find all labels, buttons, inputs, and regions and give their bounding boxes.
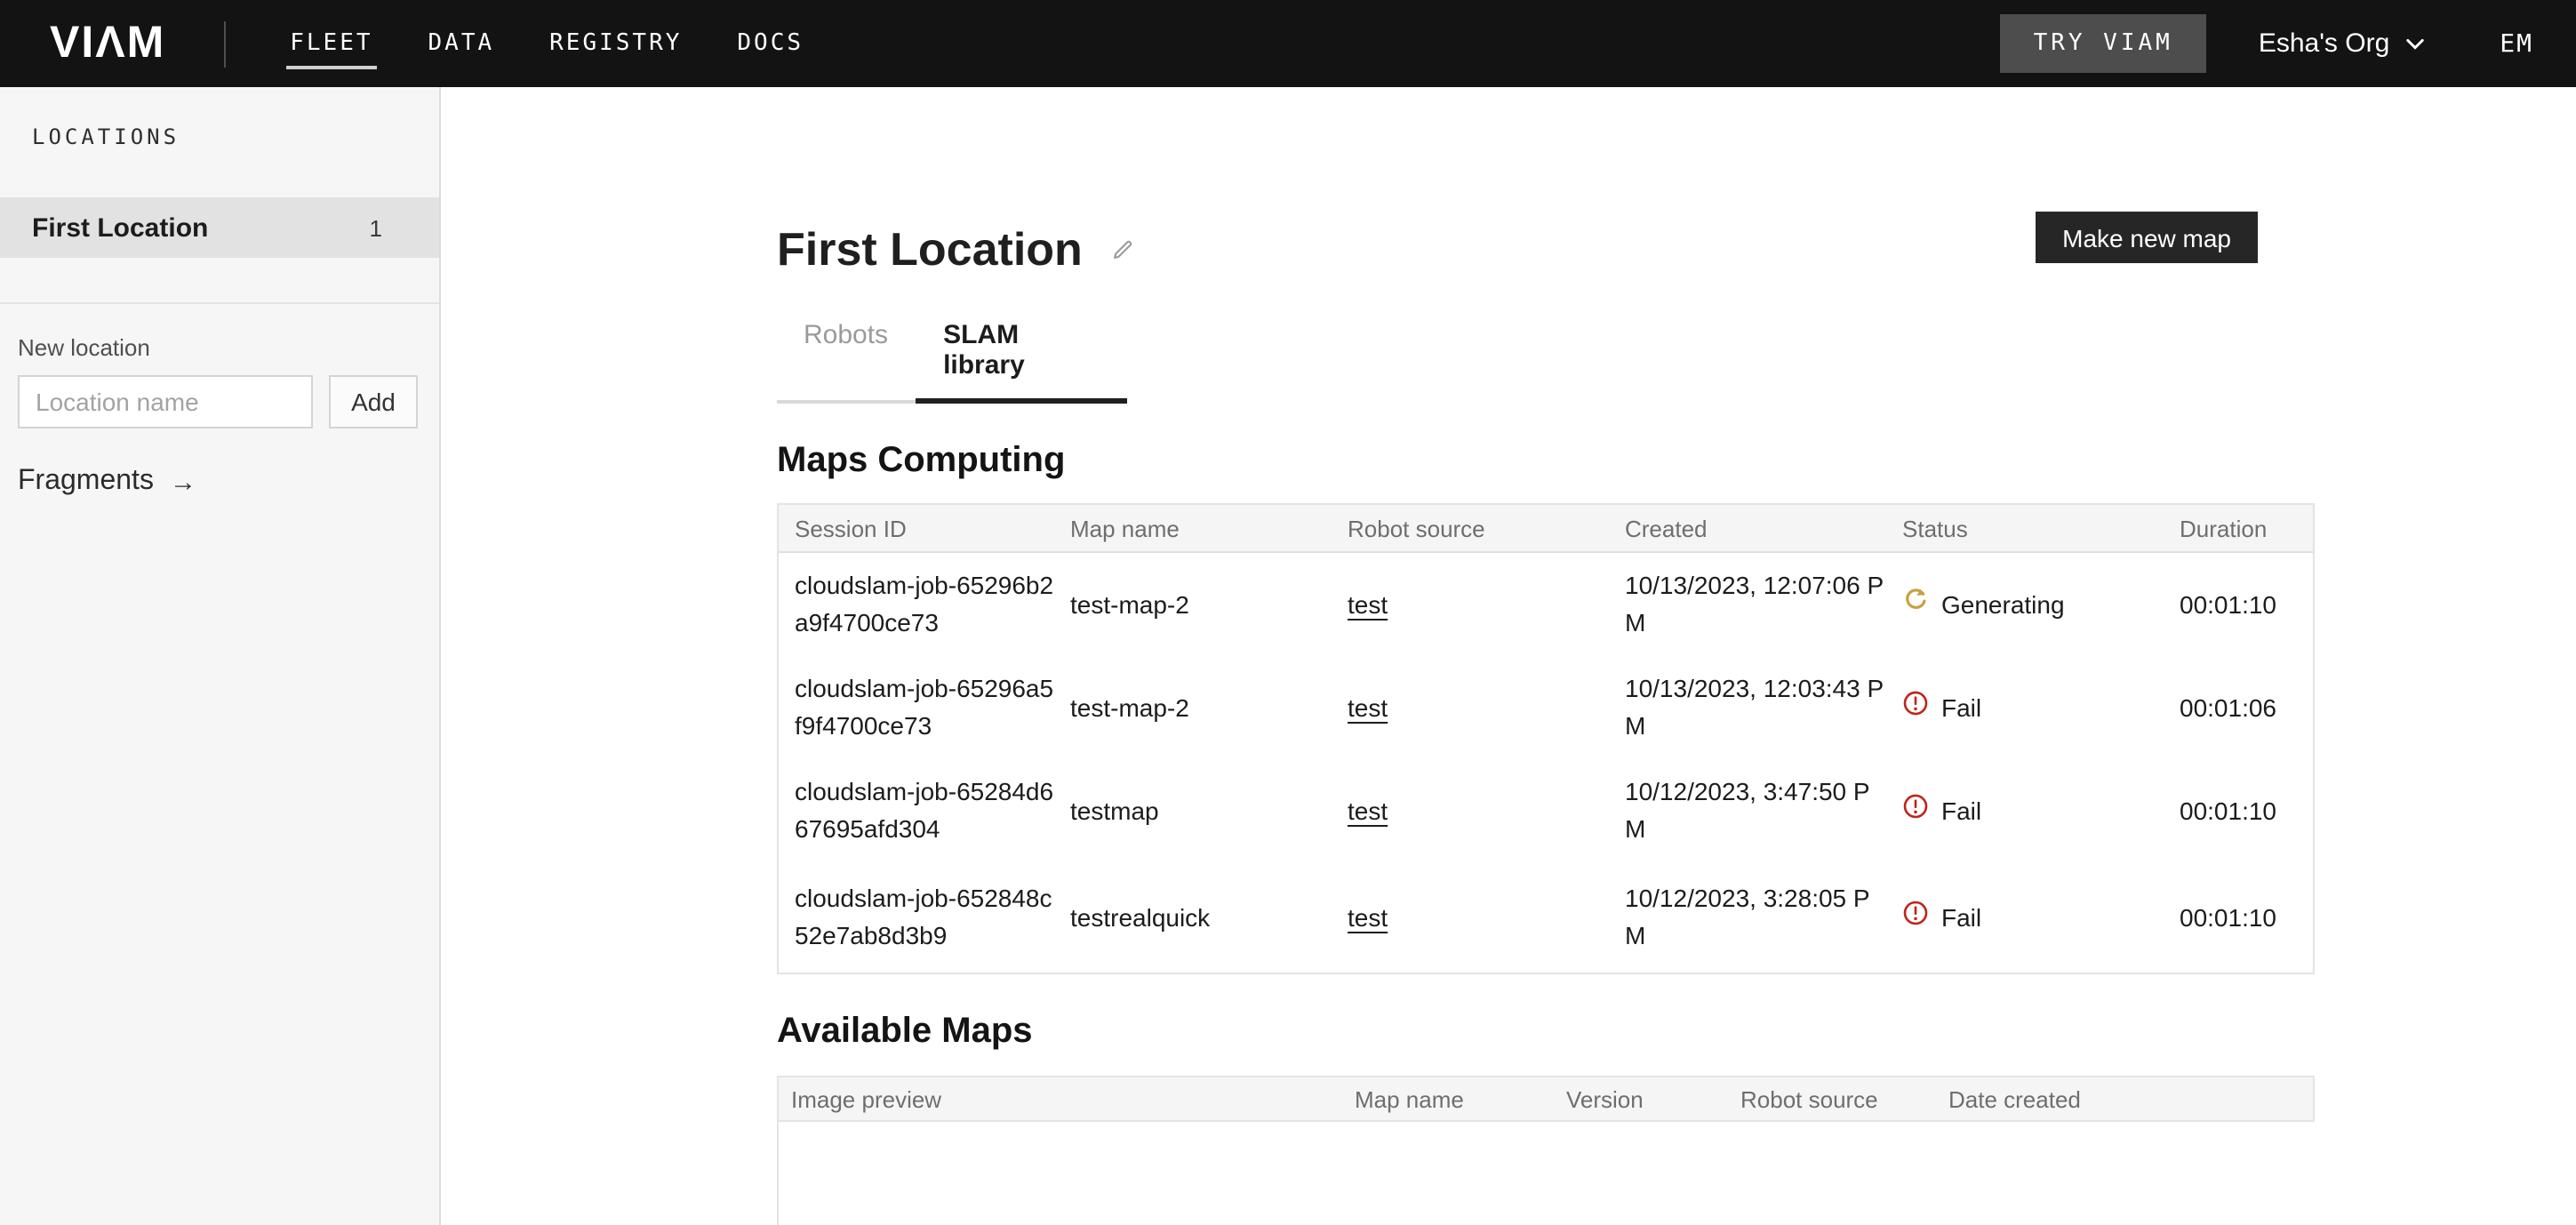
- make-new-map-button[interactable]: Make new map: [2036, 212, 2258, 263]
- table-row: cloudslam-job-65284d667695afd304 testmap…: [779, 759, 2313, 862]
- session-id: cloudslam-job-652848c52e7ab8d3b9: [779, 880, 1054, 955]
- alert-icon: [1902, 899, 1929, 936]
- robot-source-link[interactable]: test: [1348, 589, 1388, 618]
- available-maps-empty-body: [777, 1122, 2315, 1225]
- top-nav: VIΛM FLEET DATA REGISTRY DOCS TRY VIAM E…: [0, 0, 2576, 87]
- page-title: First Location: [777, 221, 1083, 276]
- duration: 00:01:06: [2164, 689, 2313, 726]
- status-cell: Fail: [1886, 689, 2164, 726]
- sidebar-heading: LOCATIONS: [0, 87, 439, 149]
- sidebar-item-first-location[interactable]: First Location 1: [0, 197, 439, 258]
- location-robot-count: 1: [370, 214, 382, 241]
- table-row: cloudslam-job-65296a5f9f4700ce73 test-ma…: [779, 656, 2313, 759]
- try-viam-button[interactable]: TRY VIAM: [2000, 14, 2207, 73]
- status-label: Fail: [1941, 792, 1981, 829]
- location-name: First Location: [32, 212, 208, 243]
- status-cell: Fail: [1886, 792, 2164, 829]
- col-date-created: Date created: [1936, 1085, 2313, 1112]
- col-session-id: Session ID: [779, 515, 1054, 541]
- nav-link-docs[interactable]: DOCS: [733, 18, 807, 69]
- fragments-link[interactable]: Fragments →: [18, 466, 439, 498]
- add-location-button[interactable]: Add: [329, 375, 418, 428]
- locations-sidebar: LOCATIONS First Location 1 New location …: [0, 87, 441, 1225]
- map-name: test-map-2: [1054, 689, 1332, 726]
- refresh-icon: [1902, 586, 1929, 623]
- edit-pencil-icon[interactable]: [1111, 237, 1134, 260]
- duration: 00:01:10: [2164, 586, 2313, 623]
- robot-source-link[interactable]: test: [1348, 796, 1388, 824]
- nav-right: TRY VIAM Esha's Org EM: [2000, 14, 2548, 73]
- session-id: cloudslam-job-65296b2a9f4700ce73: [779, 567, 1054, 642]
- available-maps-title: Available Maps: [777, 1010, 2315, 1053]
- maps-computing-table: Session ID Map name Robot source Created…: [777, 503, 2315, 974]
- status-label: Fail: [1941, 899, 1981, 936]
- map-name: test-map-2: [1054, 586, 1332, 623]
- maps-computing-header-row: Session ID Map name Robot source Created…: [779, 505, 2313, 553]
- new-location-label: New location: [18, 334, 439, 363]
- available-maps-header-row: Image preview Map name Version Robot sou…: [779, 1077, 2313, 1120]
- chevron-down-icon: [2389, 28, 2425, 59]
- session-id: cloudslam-job-65284d667695afd304: [779, 773, 1054, 848]
- location-name-input[interactable]: [18, 375, 313, 428]
- col-created: Created: [1609, 515, 1886, 541]
- org-switcher[interactable]: Esha's Org: [2259, 28, 2425, 59]
- new-location-form: Add: [18, 375, 439, 428]
- user-avatar-initials[interactable]: EM: [2500, 29, 2533, 58]
- status-label: Generating: [1941, 586, 2065, 623]
- app-root: VIΛM FLEET DATA REGISTRY DOCS TRY VIAM E…: [0, 0, 2576, 1225]
- map-name: testrealquick: [1054, 899, 1332, 936]
- content-column: First Location Make new map Robots SLAM …: [777, 87, 2315, 1225]
- col-map-name: Map name: [1054, 515, 1332, 541]
- created-timestamp: 10/12/2023, 3:28:05 PM: [1609, 880, 1886, 955]
- nav-link-fleet[interactable]: FLEET: [286, 18, 376, 69]
- alert-icon: [1902, 792, 1929, 829]
- created-timestamp: 10/12/2023, 3:47:50 PM: [1609, 773, 1886, 848]
- available-maps-table-header: Image preview Map name Version Robot sou…: [777, 1076, 2315, 1122]
- col-status: Status: [1886, 515, 2164, 541]
- nav-link-data[interactable]: DATA: [425, 18, 499, 69]
- status-cell: Generating: [1886, 586, 2164, 623]
- table-row: cloudslam-job-652848c52e7ab8d3b9 testrea…: [779, 862, 2313, 973]
- maps-computing-title: Maps Computing: [777, 439, 2315, 482]
- table-row: cloudslam-job-65296b2a9f4700ce73 test-ma…: [779, 553, 2313, 656]
- created-timestamp: 10/13/2023, 12:03:43 PM: [1609, 670, 1886, 745]
- status-label: Fail: [1941, 689, 1981, 726]
- main-area: First Location Make new map Robots SLAM …: [443, 87, 2576, 1225]
- col-image-preview: Image preview: [779, 1085, 1342, 1112]
- org-name: Esha's Org: [2259, 28, 2389, 59]
- col-robot-source: Robot source: [1332, 515, 1609, 541]
- nav-links: FLEET DATA REGISTRY DOCS: [286, 18, 807, 69]
- arrow-right-icon: →: [170, 467, 196, 497]
- col-map-name: Map name: [1342, 1085, 1554, 1112]
- alert-icon: [1902, 689, 1929, 726]
- duration: 00:01:10: [2164, 792, 2313, 829]
- nav-divider: [224, 20, 226, 67]
- col-version: Version: [1554, 1085, 1728, 1112]
- viam-logo[interactable]: VIΛM: [50, 18, 165, 69]
- fragments-label: Fragments: [18, 466, 154, 498]
- sidebar-divider: [0, 302, 439, 304]
- tab-robots[interactable]: Robots: [777, 306, 915, 400]
- map-name: testmap: [1054, 792, 1332, 829]
- nav-link-registry[interactable]: REGISTRY: [546, 18, 685, 69]
- tab-slam-library[interactable]: SLAM library: [915, 306, 1127, 400]
- robot-source-link[interactable]: test: [1348, 902, 1388, 931]
- location-tabs: Robots SLAM library: [777, 306, 1127, 404]
- duration: 00:01:10: [2164, 899, 2313, 936]
- col-robot-source: Robot source: [1728, 1085, 1936, 1112]
- col-duration: Duration: [2164, 515, 2313, 541]
- created-timestamp: 10/13/2023, 12:07:06 PM: [1609, 567, 1886, 642]
- status-cell: Fail: [1886, 899, 2164, 936]
- robot-source-link[interactable]: test: [1348, 693, 1388, 721]
- session-id: cloudslam-job-65296a5f9f4700ce73: [779, 670, 1054, 745]
